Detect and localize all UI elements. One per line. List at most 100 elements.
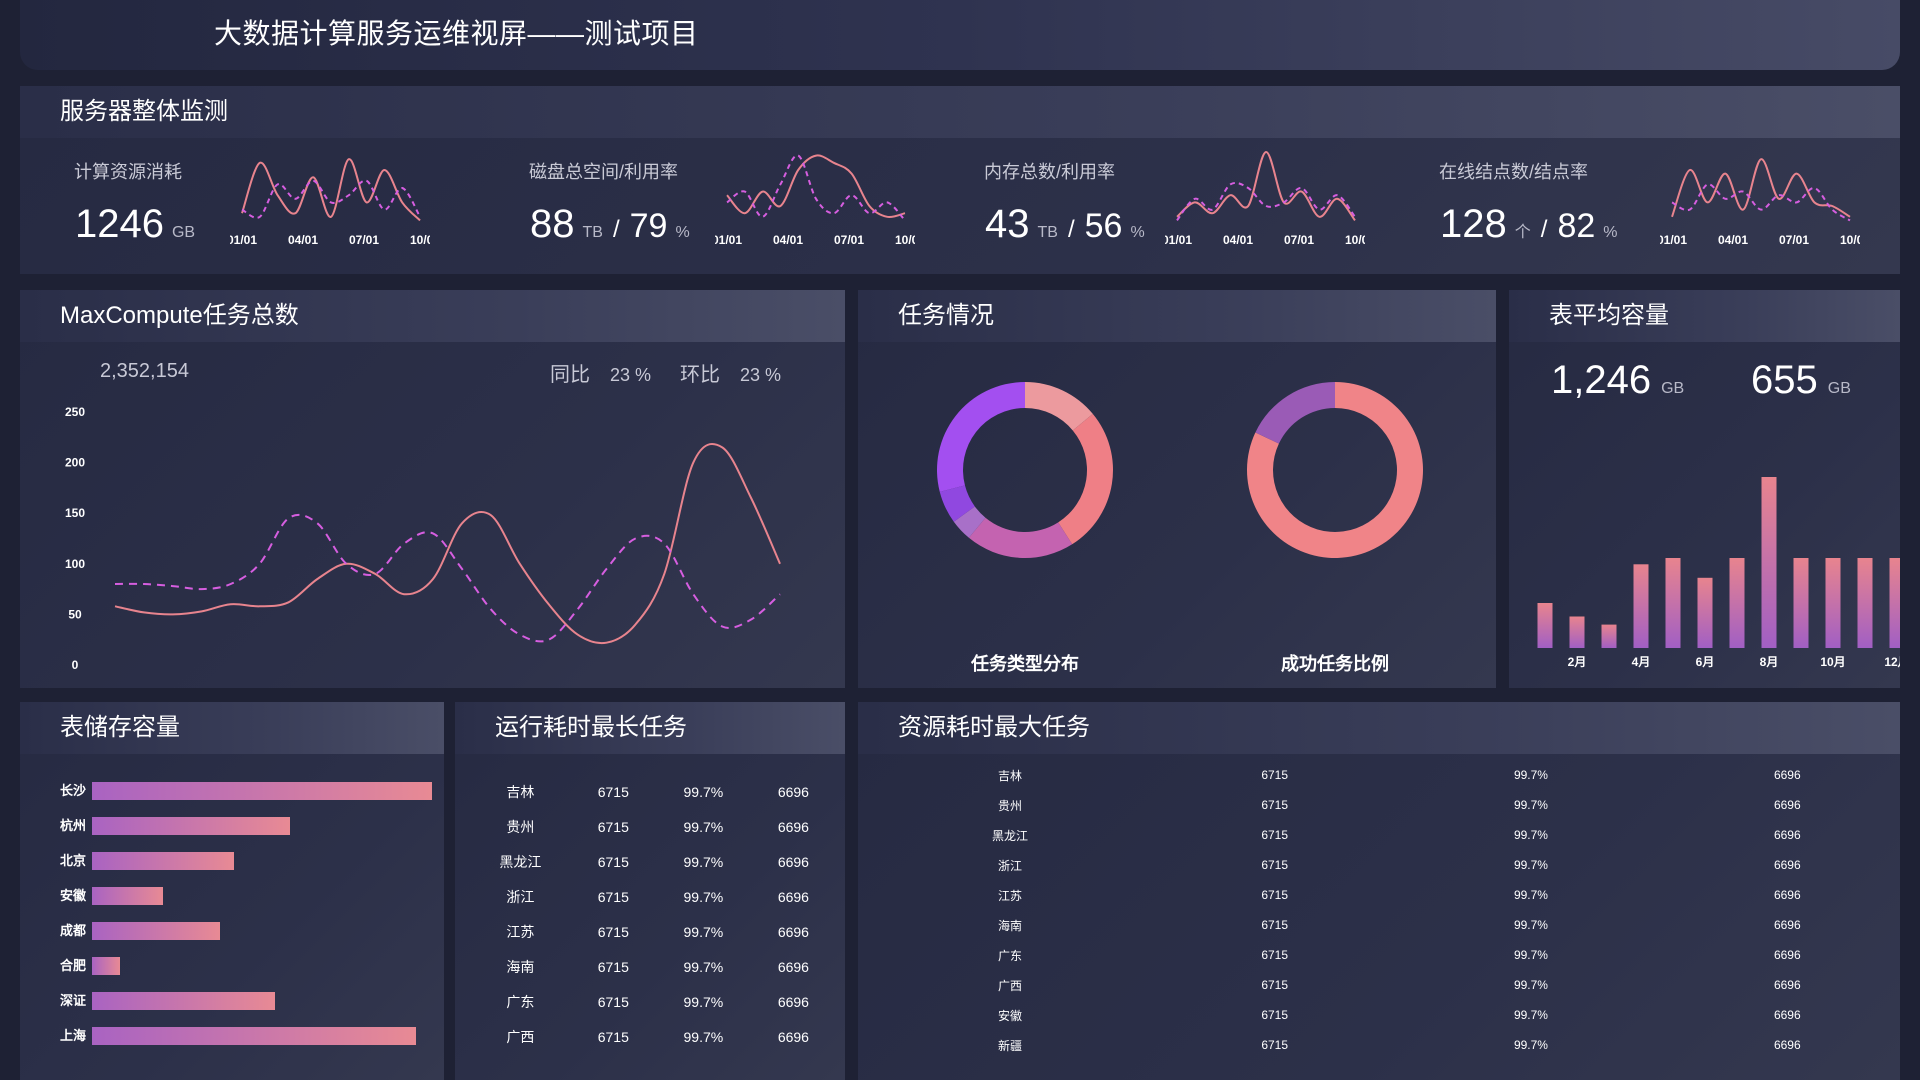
table-cell: 广西 [997, 978, 1022, 993]
sparkline-month-label: 07/01 [1284, 233, 1314, 247]
storage-panel: 表储存容量 长沙 杭州 北京 安徽 成都 合肥 深证 上海 [20, 702, 444, 1080]
yoy-label: 同比 [550, 364, 590, 386]
table-row: 广西 6715 99.7% 6696 [467, 1019, 833, 1054]
month-tick-label: 12月 [1884, 655, 1900, 669]
yoy-value: 23 % [610, 365, 652, 385]
table-row: 黑龙江 6715 99.7% 6696 [858, 820, 1900, 850]
table-cell: 99.7% [1513, 858, 1548, 872]
table-cell: 6696 [777, 783, 809, 800]
table-cell: 99.7% [1513, 888, 1548, 902]
table-cell: 新疆 [997, 1038, 1022, 1053]
table-cell: 99.7% [683, 853, 724, 870]
resource-task-panel: 资源耗时最大任务 吉林 6715 99.7% 6696 贵州 6715 99.7% 6696 黑… [858, 702, 1900, 1080]
table-row: 吉林 6715 99.7% 6696 [467, 774, 833, 809]
kpi-nodes: 在线结点数/结点率 128 个 / 82% 01/01 04/01 07/01 10/01 [1385, 138, 1900, 274]
sparkline-series-0 [1671, 158, 1851, 218]
maxcompute-panel: MaxCompute任务总数 2,352,154 同比 23 % 环比 23 % 0… [20, 290, 845, 688]
kpi-memory: 内存总数/利用率 43 TB / 56% 01/01 04/01 07/01 10/01 [930, 138, 1400, 274]
table-cell: 6696 [1773, 798, 1801, 812]
capacity-bar [1697, 577, 1713, 648]
table-cell: 6715 [597, 958, 629, 975]
capacity-bar [1793, 558, 1809, 648]
sparkline-nodes: 01/01 04/01 07/01 10/01 [1660, 158, 1860, 247]
donut2-label: 成功任务比例 [1281, 653, 1389, 674]
table-cell: 6715 [597, 818, 629, 835]
sparkline-series-1 [726, 154, 906, 222]
table-cell: 6696 [777, 818, 809, 835]
table-row: 广东 6715 99.7% 6696 [467, 984, 833, 1019]
table-cell: 6696 [1773, 948, 1801, 962]
capacity-number-2: 655 [1751, 358, 1818, 402]
table-cell: 江苏 [506, 923, 535, 940]
table-cell: 6696 [1773, 828, 1801, 842]
y-tick-label: 200 [65, 456, 85, 470]
storage-bar-label: 深证 [60, 993, 87, 1008]
sparkline-series-1 [1671, 183, 1851, 222]
storage-bar-label: 安徽 [60, 888, 87, 903]
storage-bar-label: 合肥 [60, 958, 87, 973]
sparkline-series-0 [241, 158, 421, 222]
table-cell: 6696 [1773, 888, 1801, 902]
table-cell: 99.7% [1513, 1008, 1548, 1022]
task-status-title: 任务情况 [858, 290, 1496, 342]
table-cell: 99.7% [683, 1028, 724, 1045]
table-cell: 浙江 [997, 858, 1022, 873]
storage-bar [92, 957, 120, 975]
sparkline-month-label: 04/01 [1223, 233, 1253, 247]
storage-bar [92, 852, 234, 870]
avg-capacity-panel: 表平均容量 1,246 GB 655 GB 2月 4月 6月 8月 10月 12月 [1509, 290, 1900, 688]
sparkline-month-label: 04/01 [288, 233, 318, 247]
table-row: 安徽 6715 99.7% 6696 [858, 1000, 1900, 1030]
kpi-separator: / [1540, 216, 1548, 243]
table-cell: 6696 [1773, 1038, 1801, 1052]
storage-bar [92, 887, 163, 905]
avg-capacity-title: 表平均容量 [1509, 290, 1900, 342]
table-cell: 99.7% [1513, 828, 1548, 842]
table-row: 黑龙江 6715 99.7% 6696 [467, 844, 833, 879]
table-row: 浙江 6715 99.7% 6696 [467, 879, 833, 914]
table-cell: 6696 [1773, 1008, 1801, 1022]
table-cell: 6696 [777, 1028, 809, 1045]
kpi-label: 磁盘总空间/利用率 [529, 162, 679, 182]
y-tick-label: 50 [68, 607, 82, 621]
table-cell: 6696 [1773, 978, 1801, 992]
server-monitor-title: 服务器整体监测 [20, 86, 1900, 138]
table-cell: 6715 [597, 993, 629, 1010]
donut1-label: 任务类型分布 [970, 653, 1079, 674]
maxcompute-line-chart: 0 50 100 150 200 250 [65, 405, 781, 672]
table-cell: 6696 [777, 923, 809, 940]
table-row: 海南 6715 99.7% 6696 [467, 949, 833, 984]
table-cell: 6696 [777, 888, 809, 905]
kpi-unit: TB [1037, 224, 1058, 241]
sparkline-month-label: 07/01 [349, 233, 379, 247]
capacity-bar [1761, 477, 1777, 648]
longest-task-title: 运行耗时最长任务 [455, 702, 845, 754]
table-row: 海南 6715 99.7% 6696 [858, 910, 1900, 940]
table-row: 贵州 6715 99.7% 6696 [858, 790, 1900, 820]
sparkline-month-label: 07/01 [1779, 233, 1809, 247]
table-cell: 99.7% [683, 888, 724, 905]
capacity-bar [1825, 558, 1841, 648]
kpi-unit: GB [171, 224, 196, 241]
table-cell: 安徽 [997, 1008, 1022, 1023]
table-cell: 99.7% [1513, 918, 1548, 932]
table-cell: 6715 [597, 923, 629, 940]
table-cell: 6715 [1261, 918, 1289, 932]
table-cell: 贵州 [997, 798, 1022, 813]
sparkline-compute: 01/01 04/01 07/01 10/01 [230, 158, 430, 247]
capacity-bar [1665, 558, 1681, 648]
table-cell: 江苏 [997, 888, 1022, 903]
table-cell: 广东 [506, 993, 535, 1010]
sparkline-month-label: 04/01 [1718, 233, 1748, 247]
table-cell: 广东 [997, 948, 1022, 963]
table-cell: 6715 [1261, 798, 1289, 812]
table-cell: 贵州 [506, 818, 535, 835]
kpi-number: 43 [985, 202, 1030, 246]
table-row: 广西 6715 99.7% 6696 [858, 970, 1900, 1000]
table-cell: 99.7% [1513, 798, 1548, 812]
storage-bar-label: 杭州 [60, 818, 87, 833]
table-cell: 99.7% [1513, 978, 1548, 992]
sparkline-month-label: 10/01 [1840, 233, 1860, 247]
capacity-unit-1: GB [1661, 380, 1685, 397]
table-cell: 99.7% [1513, 948, 1548, 962]
